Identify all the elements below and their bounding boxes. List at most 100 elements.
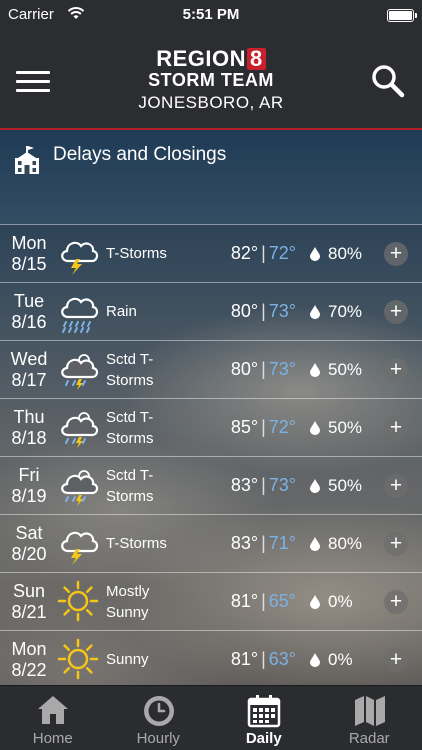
forecast-condition: T-Storms bbox=[106, 243, 206, 264]
raindrop-icon bbox=[310, 421, 320, 435]
tab-hourly-label: Hourly bbox=[136, 730, 180, 747]
forecast-condition-line1: Mostly bbox=[106, 583, 150, 600]
high-temp: 83° bbox=[230, 533, 259, 553]
temp-separator: | bbox=[261, 475, 266, 495]
forecast-condition-line1: T-Storms bbox=[106, 535, 167, 552]
home-icon bbox=[38, 696, 68, 724]
low-temp: 72° bbox=[268, 243, 296, 263]
search-icon[interactable] bbox=[370, 63, 406, 99]
forecast-condition: Sctd T- Storms bbox=[106, 465, 206, 507]
forecast-temps: 81° | 63° bbox=[200, 648, 296, 670]
rain-icon bbox=[61, 297, 99, 333]
tab-hourly[interactable]: Hourly bbox=[106, 686, 212, 750]
expand-row-button[interactable]: + bbox=[384, 532, 408, 556]
daily-forecast-list: Mon 8/15 T-Storms 82° | 72° 80% + Tue 8/16 Rain 80°… bbox=[0, 224, 422, 688]
forecast-temps: 83° | 73° bbox=[200, 474, 296, 496]
forecast-weekday: Thu bbox=[13, 407, 45, 427]
forecast-condition-line1: Sctd T- bbox=[106, 467, 154, 484]
forecast-row[interactable]: Mon 8/22 Sunny 81° | 63° 0% + bbox=[0, 630, 422, 688]
forecast-condition-line1: T-Storms bbox=[106, 245, 167, 262]
forecast-condition-line2: Sunny bbox=[106, 604, 149, 621]
forecast-day: Thu 8/18 bbox=[0, 407, 58, 449]
forecast-condition: Sunny bbox=[106, 649, 206, 670]
tab-daily[interactable]: Daily bbox=[211, 686, 317, 750]
forecast-row[interactable]: Mon 8/15 T-Storms 82° | 72° 80% + bbox=[0, 224, 422, 282]
forecast-day: Fri 8/19 bbox=[0, 465, 58, 507]
forecast-temps: 80° | 73° bbox=[200, 358, 296, 380]
forecast-condition-line1: Sctd T- bbox=[106, 351, 154, 368]
high-temp: 81° bbox=[230, 591, 259, 611]
raindrop-icon bbox=[310, 479, 320, 493]
thunderstorm-icon bbox=[61, 241, 99, 275]
forecast-temps: 83° | 71° bbox=[200, 532, 296, 554]
app-header: REGION 8 STORM TEAM JONESBORO, AR bbox=[0, 30, 422, 130]
forecast-row[interactable]: Sun 8/21 Mostly Sunny 81° | 65° 0% + bbox=[0, 572, 422, 630]
low-temp: 73° bbox=[268, 475, 296, 495]
scattered-storms-icon bbox=[61, 354, 99, 390]
low-temp: 72° bbox=[268, 417, 296, 437]
forecast-date: 8/17 bbox=[11, 370, 47, 390]
forecast-row[interactable]: Wed 8/17 Sctd T- Storms 80° | 73° 50% + bbox=[0, 340, 422, 398]
forecast-temps: 80° | 73° bbox=[200, 300, 296, 322]
high-temp: 80° bbox=[230, 359, 259, 379]
forecast-weekday: Tue bbox=[13, 291, 45, 311]
expand-row-button[interactable]: + bbox=[384, 358, 408, 382]
forecast-day: Tue 8/16 bbox=[0, 291, 58, 333]
forecast-weekday: Fri bbox=[18, 465, 40, 485]
expand-row-button[interactable]: + bbox=[384, 300, 408, 324]
low-temp: 73° bbox=[268, 359, 296, 379]
tab-home-label: Home bbox=[32, 730, 73, 747]
tab-daily-label: Daily bbox=[245, 730, 282, 747]
expand-row-button[interactable]: + bbox=[384, 242, 408, 266]
forecast-weekday: Sat bbox=[15, 523, 43, 543]
delays-and-closings-link[interactable]: Delays and Closings bbox=[0, 132, 422, 224]
high-temp: 85° bbox=[230, 417, 259, 437]
low-temp: 71° bbox=[268, 533, 296, 553]
forecast-day: Sat 8/20 bbox=[0, 523, 58, 565]
forecast-condition: Sctd T- Storms bbox=[106, 407, 206, 449]
delays-label: Delays and Closings bbox=[53, 144, 227, 165]
precip-chance: 80% bbox=[328, 244, 363, 263]
status-time: 5:51 PM bbox=[182, 6, 240, 23]
expand-row-button[interactable]: + bbox=[384, 590, 408, 614]
forecast-weekday: Sun bbox=[12, 581, 46, 601]
sun-icon bbox=[57, 580, 99, 622]
forecast-day: Mon 8/22 bbox=[0, 639, 58, 681]
forecast-condition-line1: Sctd T- bbox=[106, 409, 154, 426]
precip-chance: 50% bbox=[328, 418, 363, 437]
raindrop-icon bbox=[310, 247, 320, 261]
temp-separator: | bbox=[261, 301, 266, 321]
status-bar: Carrier 5:51 PM bbox=[0, 0, 422, 30]
tab-radar-label: Radar bbox=[348, 730, 390, 747]
temp-separator: | bbox=[261, 649, 266, 669]
thunderstorm-icon bbox=[61, 531, 99, 565]
low-temp: 65° bbox=[268, 591, 296, 611]
forecast-row[interactable]: Fri 8/19 Sctd T- Storms 83° | 73° 50% + bbox=[0, 456, 422, 514]
forecast-row[interactable]: Tue 8/16 Rain 80° | 73° 70% + bbox=[0, 282, 422, 340]
expand-row-button[interactable]: + bbox=[384, 416, 408, 440]
forecast-condition: Mostly Sunny bbox=[106, 581, 206, 623]
forecast-weekday: Wed bbox=[10, 349, 48, 369]
forecast-day: Mon 8/15 bbox=[0, 233, 58, 275]
battery-icon bbox=[387, 9, 417, 22]
expand-row-button[interactable]: + bbox=[384, 474, 408, 498]
high-temp: 80° bbox=[230, 301, 259, 321]
forecast-row[interactable]: Sat 8/20 T-Storms 83° | 71° 80% + bbox=[0, 514, 422, 572]
forecast-date: 8/21 bbox=[11, 602, 47, 622]
expand-row-button[interactable]: + bbox=[384, 648, 408, 672]
precip-chance: 50% bbox=[328, 476, 363, 495]
forecast-row[interactable]: Thu 8/18 Sctd T- Storms 85° | 72° 50% + bbox=[0, 398, 422, 456]
forecast-date: 8/18 bbox=[11, 428, 47, 448]
clock-icon bbox=[143, 696, 174, 726]
tab-radar[interactable]: Radar bbox=[317, 686, 422, 750]
logo-region: REGION bbox=[156, 46, 247, 71]
tab-home[interactable]: Home bbox=[0, 686, 106, 750]
raindrop-icon bbox=[310, 595, 320, 609]
sun-icon bbox=[57, 638, 99, 680]
forecast-day: Wed 8/17 bbox=[0, 349, 58, 391]
forecast-condition-line1: Rain bbox=[106, 303, 137, 320]
low-temp: 73° bbox=[268, 301, 296, 321]
map-icon bbox=[354, 696, 385, 726]
tab-bar: Home Hourly Daily Radar bbox=[0, 685, 422, 750]
temp-separator: | bbox=[261, 243, 266, 263]
